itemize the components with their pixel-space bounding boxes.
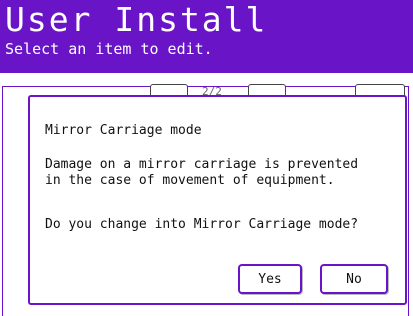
- dialog-message-line-1: Damage on a mirror carriage is prevented: [45, 157, 359, 172]
- confirmation-dialog: Mirror Carriage mode Damage on a mirror …: [28, 95, 407, 305]
- no-button[interactable]: No: [320, 264, 388, 294]
- screen-subtitle: Select an item to edit.: [5, 40, 213, 58]
- dialog-message-line-2: in the case of movement of equipment.: [45, 173, 335, 188]
- yes-button[interactable]: Yes: [238, 264, 302, 294]
- dialog-question: Do you change into Mirror Carriage mode?: [45, 217, 359, 232]
- dialog-title: Mirror Carriage mode: [45, 123, 202, 138]
- header-bar: User Install Select an item to edit.: [0, 0, 413, 73]
- screen-title: User Install: [5, 0, 268, 39]
